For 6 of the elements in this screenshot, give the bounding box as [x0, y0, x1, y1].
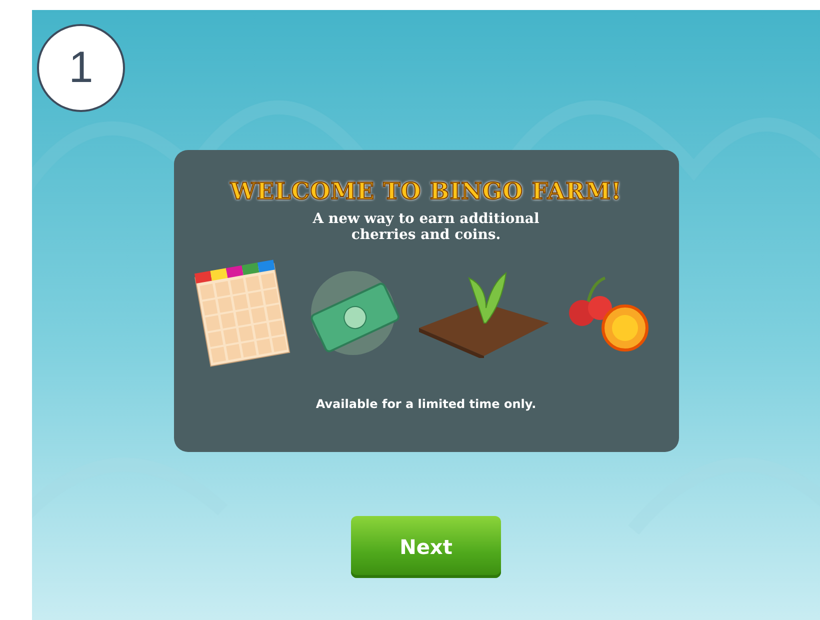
dialog-subtitle: A new way to earn additional cherries and coins. [312, 211, 540, 243]
next-button[interactable]: Next [351, 516, 501, 578]
bingo-card-icon [192, 258, 292, 368]
availability-note: Available for a limited time only. [316, 397, 536, 411]
step-badge: 1 [37, 24, 125, 112]
dialog-title: WELCOME TO BINGO FARM! [230, 178, 622, 205]
